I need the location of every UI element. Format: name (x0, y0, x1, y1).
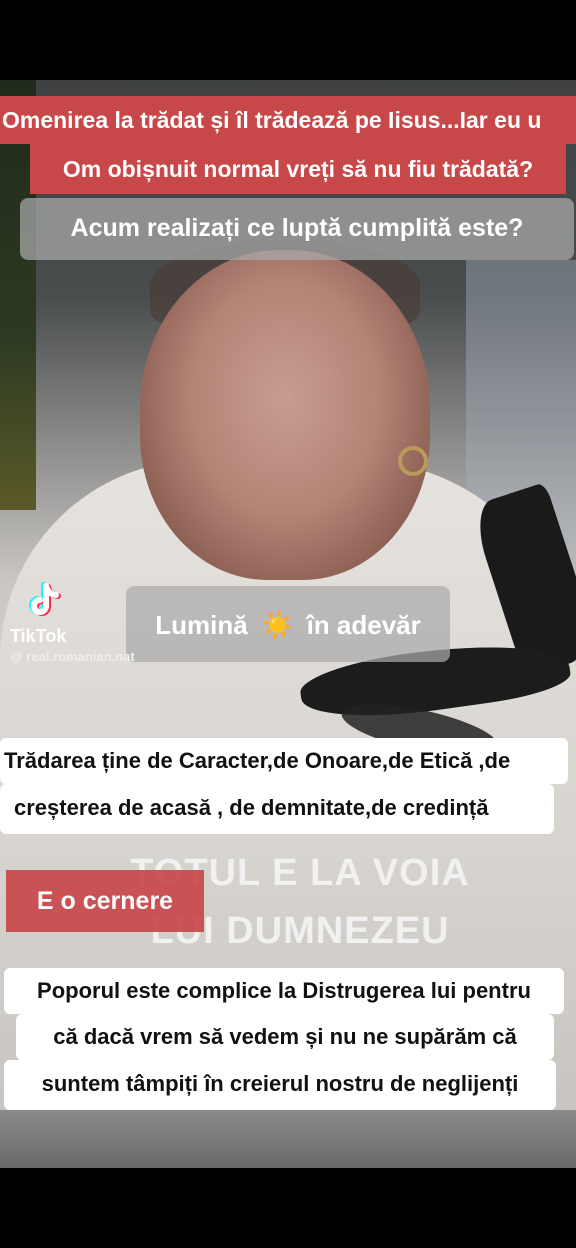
caption-truth-word: în adevăr (306, 610, 421, 640)
earring (398, 446, 428, 476)
letterbox-bottom (0, 1168, 576, 1248)
caption-light-word: Lumină (155, 610, 248, 640)
tiktok-logo-icon (24, 582, 64, 622)
caption-people-line1: Poporul este complice la Distrugerea lui… (4, 968, 564, 1014)
caption-top-line2: Om obișnuit normal vreți să nu fiu trăda… (30, 144, 566, 194)
creator-handle: @ real.romanian.nat (10, 649, 135, 664)
caption-sieve: E o cernere (6, 870, 204, 932)
tiktok-watermark: TikTok @ real.romanian.nat (10, 582, 135, 664)
caption-people-line3: suntem tâmpiți în creierul nostru de neg… (4, 1060, 556, 1110)
caption-gray-question: Acum realizați ce luptă cumplită este? (20, 198, 574, 260)
caption-people-line2: că dacă vrem să vedem și nu ne supărăm c… (16, 1014, 554, 1060)
caption-betrayal-line1: Trădarea ține de Caracter,de Onoare,de E… (0, 738, 568, 784)
sun-icon: ☀️ (260, 610, 294, 640)
video-frame: TOTUL E LA VOIA LUI DUMNEZEU Omenirea la… (0, 0, 576, 1248)
caption-betrayal-line2: creșterea de acasă , de demnitate,de cre… (0, 784, 554, 834)
caption-light-truth: Lumină ☀️ în adevăr (126, 586, 450, 662)
tiktok-brand-label: TikTok (10, 626, 67, 646)
letterbox-top (0, 0, 576, 80)
caption-top-line1: Omenirea la trădat și îl trădează pe Iis… (0, 96, 576, 144)
person-face (140, 250, 430, 580)
